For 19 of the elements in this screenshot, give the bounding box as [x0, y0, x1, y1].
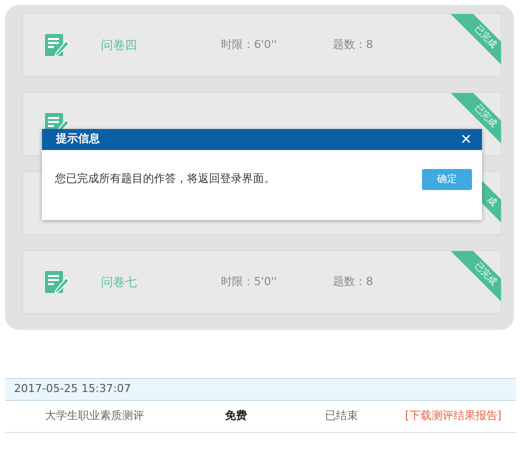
survey-title: 问卷七	[101, 274, 138, 291]
time-limit: 时限：6'0''	[221, 36, 278, 53]
close-button[interactable]: ✕	[460, 132, 472, 146]
dialog-title: 提示信息	[56, 131, 100, 148]
download-report-link[interactable]: [下载测评结果报告]	[405, 408, 502, 424]
survey-card[interactable]: 问卷四 时限：6'0'' 题数：8 已完成	[22, 13, 502, 77]
record-date: 2017-05-25 15:37:07	[5, 378, 516, 400]
dialog-message: 您已完成所有题目的作答，将返回登录界面。	[55, 171, 275, 188]
time-limit: 时限：5'0''	[221, 274, 278, 290]
question-count: 题数：8	[333, 36, 374, 53]
survey-card[interactable]: 问卷七 时限：5'0'' 题数：8 已完成	[22, 250, 502, 314]
document-pencil-icon	[45, 270, 69, 294]
survey-title: 问卷四	[101, 37, 138, 54]
document-pencil-icon	[45, 33, 69, 57]
status: 已结束	[325, 408, 359, 424]
price: 免费	[225, 408, 248, 424]
question-count: 题数：8	[333, 274, 374, 290]
assessment-name: 大学生职业素质测评	[44, 408, 145, 424]
confirm-button[interactable]: 确定	[422, 169, 472, 190]
